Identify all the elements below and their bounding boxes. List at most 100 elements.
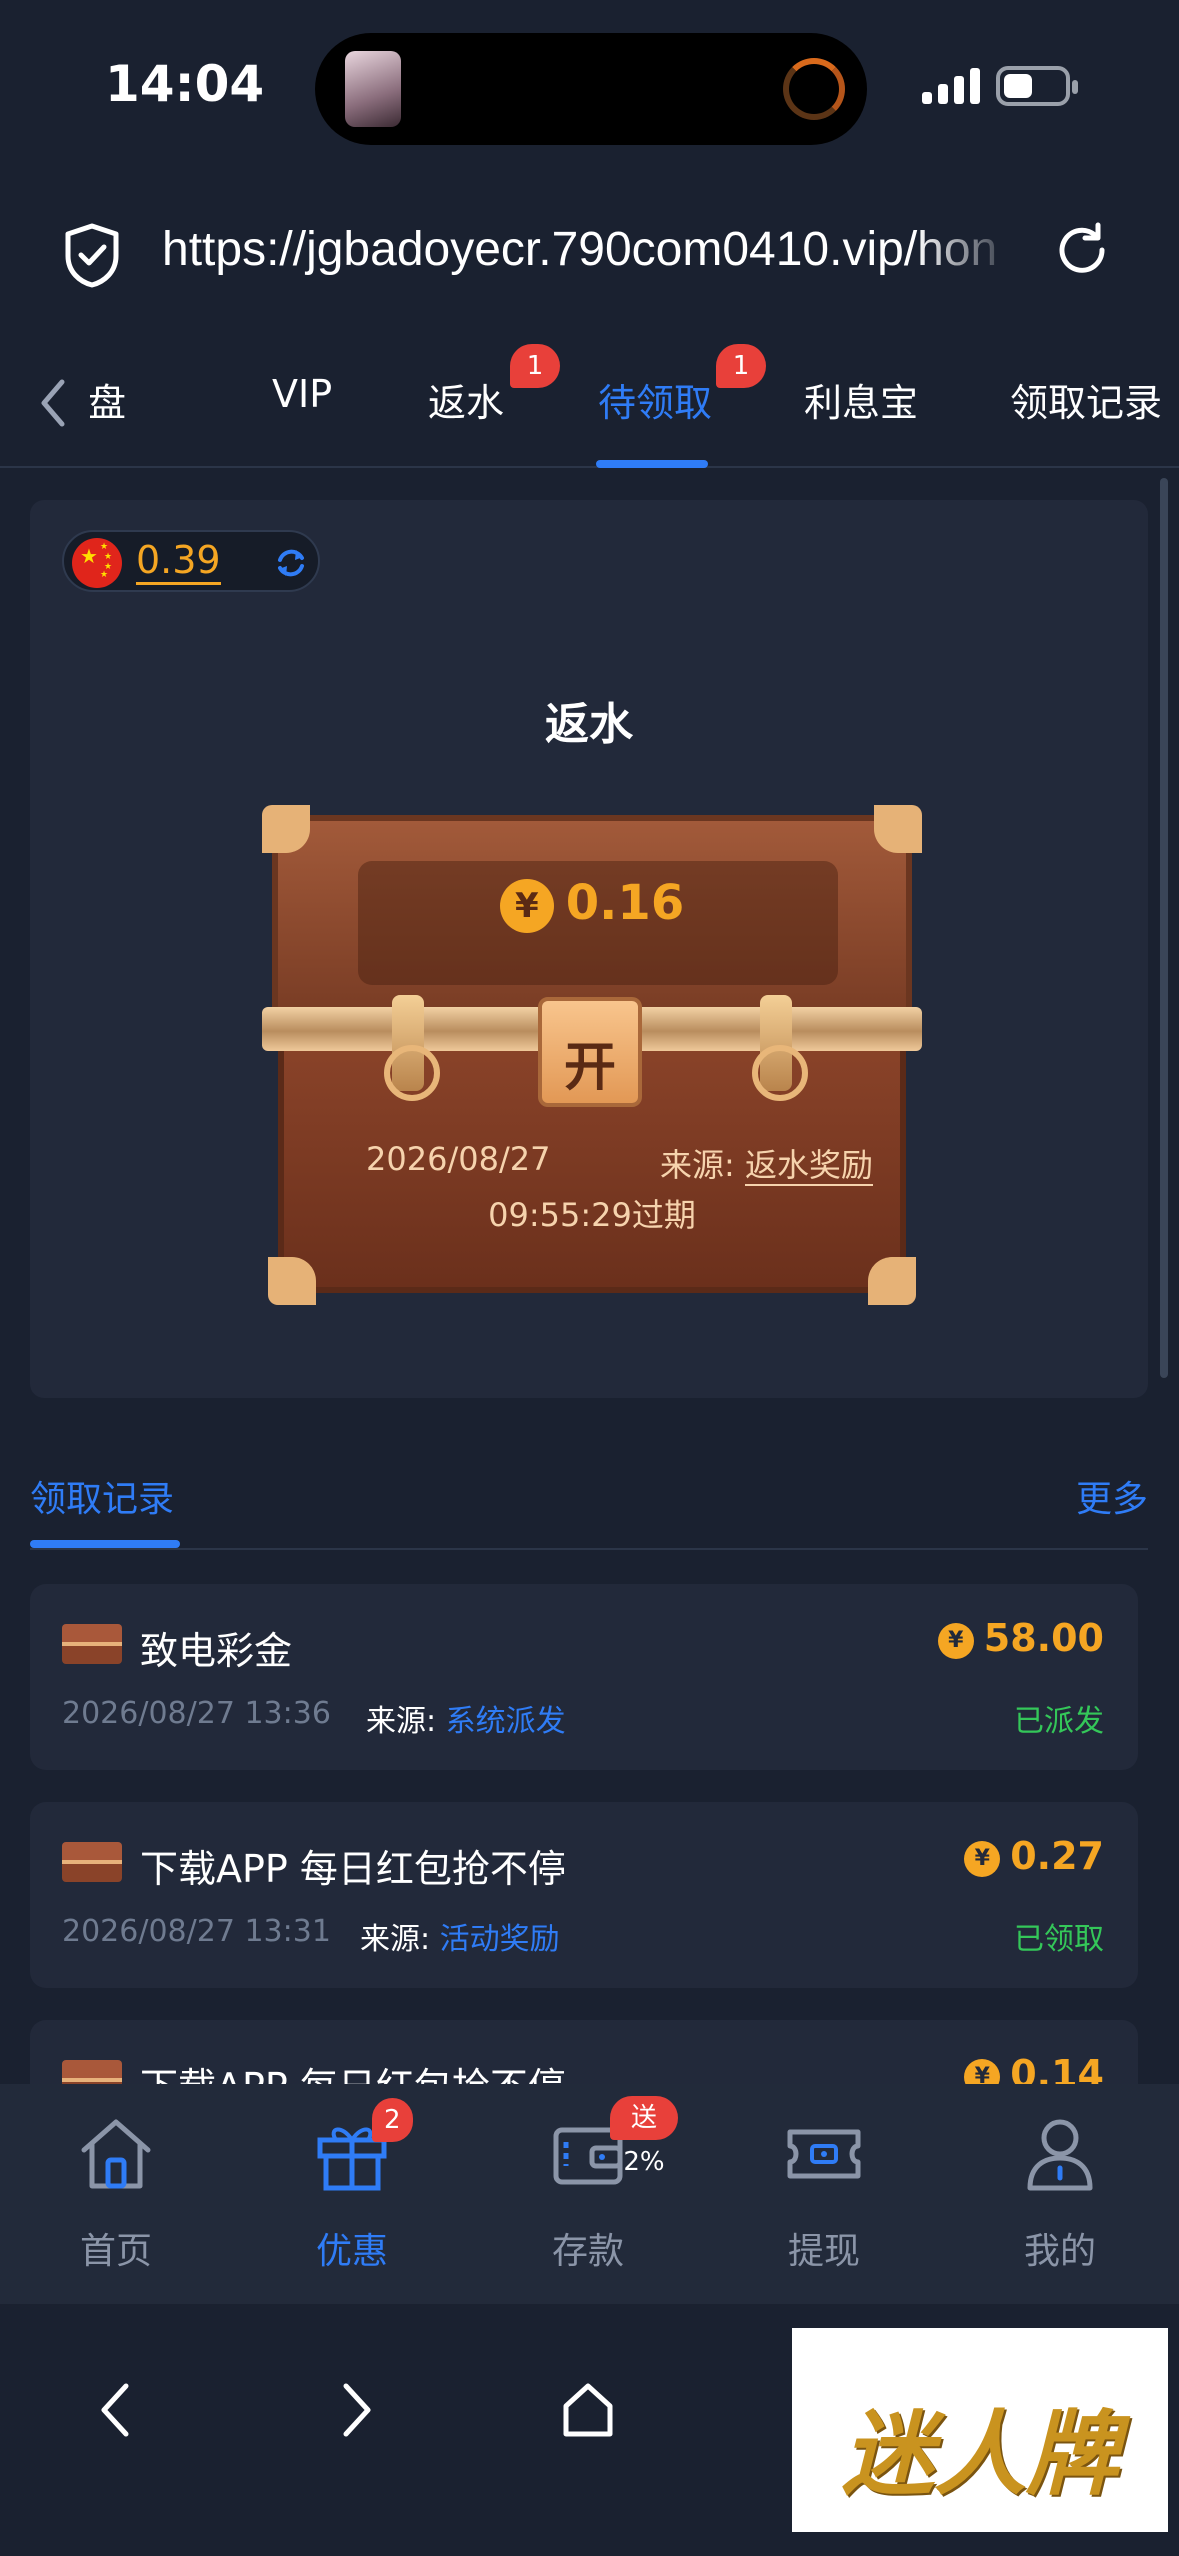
reward-title: 返水 — [545, 699, 633, 750]
nav-deposit-label: 存款 — [551, 2231, 624, 2272]
nav-home[interactable]: 首页 — [26, 2110, 206, 2280]
chest-corner — [868, 1257, 916, 1305]
status-time: 14:04 — [105, 55, 265, 113]
chest-latch — [384, 995, 440, 1101]
status-bar: 14:04 — [0, 0, 1179, 170]
chest-date: 2026/08/27 — [366, 1140, 551, 1178]
nav-promotions[interactable]: 2 优惠 — [262, 2098, 442, 2280]
yen-coin-icon: ¥ — [964, 1840, 1001, 1877]
record-amount: ¥0.14 — [964, 2052, 1104, 2084]
nav-deposit[interactable]: 送2% 存款 — [498, 2096, 678, 2280]
tab-viewport: 转盘 VIP 返水 1 待领取 1 利息宝 领取记录 — [90, 340, 1179, 468]
chest-source: 来源: 返水奖励 — [660, 1140, 873, 1186]
scrollbar[interactable] — [1160, 478, 1168, 1378]
bottom-navigation: 首页 2 优惠 送2% 存款 提现 我的 — [0, 2084, 1179, 2304]
nav-withdraw[interactable]: 提现 — [734, 2110, 914, 2280]
tab-pending[interactable]: 待领取 — [598, 372, 712, 427]
pending-reward-card: ★ ★ ★ ★ ★ 0.39 返水 开 ¥0.16 2026/08/27 来源:… — [30, 500, 1148, 1398]
chevron-left-icon[interactable] — [28, 368, 76, 438]
chest-latch — [752, 995, 808, 1101]
back-icon[interactable] — [86, 2378, 150, 2442]
category-tabs: 转盘 VIP 返水 1 待领取 1 利息宝 领取记录 — [0, 340, 1179, 468]
brand-watermark: 迷人牌 — [792, 2328, 1168, 2532]
battery-icon — [996, 66, 1078, 106]
browser-address-bar[interactable]: https://jgbadoyecr.790com0410.vip/hon — [0, 190, 1179, 320]
cellular-signal-icon — [922, 68, 980, 104]
chest-expiry: 09:55:29过期 — [488, 1196, 696, 1234]
record-item[interactable]: 下载APP 每日红包抢不停 ¥0.14 — [30, 2020, 1138, 2084]
chest-icon — [62, 1842, 122, 1882]
active-tab-indicator — [596, 460, 708, 468]
tab-pending-badge: 1 — [716, 344, 766, 388]
tab-rebate[interactable]: 返水 — [428, 372, 504, 427]
nav-profile-label: 我的 — [1023, 2231, 1096, 2272]
tab-rebate-badge: 1 — [510, 344, 560, 388]
chest-corner — [262, 805, 310, 853]
record-amount-value: 0.14 — [1010, 2052, 1104, 2084]
record-time: 2026/08/27 13:36 — [62, 1696, 331, 1731]
yen-coin-icon: ¥ — [499, 879, 554, 933]
open-chest-button[interactable]: 开 — [538, 997, 642, 1107]
record-item[interactable]: 致电彩金 ¥58.00 2026/08/27 13:36 来源: 系统派发 已派… — [30, 1584, 1138, 1770]
chest-amount: ¥0.16 — [262, 875, 922, 933]
records-title[interactable]: 领取记录 — [30, 1470, 174, 1522]
record-source: 来源: 系统派发 — [366, 1696, 566, 1740]
media-thumbnail — [345, 51, 401, 127]
open-chest-label: 开 — [563, 1038, 616, 1098]
record-source-label: 来源: — [360, 1922, 431, 1957]
progress-ring-icon — [783, 58, 845, 120]
record-status: 已派发 — [1014, 1704, 1104, 1739]
withdraw-icon — [787, 2129, 861, 2179]
tab-vip[interactable]: VIP — [272, 372, 332, 416]
reload-icon[interactable] — [1052, 220, 1112, 280]
forward-icon[interactable] — [322, 2378, 386, 2442]
home-icon — [81, 2119, 151, 2189]
chest-source-value: 返水奖励 — [744, 1146, 873, 1186]
yen-coin-icon: ¥ — [964, 2058, 1001, 2084]
shield-check-icon — [65, 223, 119, 288]
nav-promotions-badge: 2 — [372, 2098, 413, 2142]
record-source-label: 来源: — [366, 1704, 437, 1739]
tab-interest[interactable]: 利息宝 — [804, 372, 918, 427]
treasure-chest[interactable]: 开 ¥0.16 2026/08/27 来源: 返水奖励 09:55:29过期 — [262, 795, 922, 1305]
record-title: 致电彩金 — [140, 1629, 293, 1673]
record-amount: ¥58.00 — [937, 1616, 1104, 1660]
chest-source-label: 来源: — [660, 1146, 735, 1184]
record-source: 来源: 活动奖励 — [360, 1914, 560, 1958]
nav-profile[interactable]: 我的 — [970, 2110, 1150, 2280]
home-screen-icon[interactable] — [556, 2378, 620, 2442]
chest-corner — [874, 805, 922, 853]
watermark-text: 迷人牌 — [841, 2401, 1118, 2508]
nav-withdraw-label: 提现 — [787, 2231, 860, 2272]
record-list: 致电彩金 ¥58.00 2026/08/27 13:36 来源: 系统派发 已派… — [30, 1584, 1148, 2084]
chest-corner — [268, 1257, 316, 1305]
chest-icon — [62, 1624, 122, 1664]
record-item[interactable]: 下载APP 每日红包抢不停 ¥0.27 2026/08/27 13:31 来源:… — [30, 1802, 1138, 1988]
records-more-link[interactable]: 更多 — [1076, 1470, 1148, 1522]
nav-promotions-label: 优惠 — [315, 2231, 388, 2272]
tab-claim-history[interactable]: 领取记录 — [1010, 372, 1162, 427]
yen-coin-icon: ¥ — [937, 1622, 974, 1659]
records-header: 领取记录 更多 — [30, 1440, 1148, 1550]
balance-pill: ★ ★ ★ ★ ★ 0.39 — [62, 530, 320, 592]
balance-amount: 0.39 — [136, 538, 221, 585]
record-title: 下载APP 每日红包抢不停 — [140, 1847, 566, 1891]
chest-amount-value: 0.16 — [565, 875, 685, 931]
record-source-value: 活动奖励 — [439, 1922, 560, 1957]
record-amount-value: 0.27 — [1010, 1834, 1104, 1878]
user-icon — [1027, 2119, 1093, 2191]
record-status: 已领取 — [1014, 1922, 1104, 1957]
refresh-balance-icon[interactable] — [274, 546, 308, 580]
tab-wheel[interactable]: 转盘 — [90, 372, 126, 427]
record-source-value: 系统派发 — [445, 1704, 566, 1739]
record-amount: ¥0.27 — [964, 1834, 1104, 1878]
nav-deposit-badge: 送2% — [610, 2096, 678, 2177]
record-title: 下载APP 每日红包抢不停 — [140, 2056, 566, 2084]
nav-home-label: 首页 — [79, 2231, 152, 2272]
chest-icon — [62, 2060, 122, 2084]
china-flag-icon: ★ ★ ★ ★ ★ — [72, 538, 122, 588]
url-text[interactable]: https://jgbadoyecr.790com0410.vip/hon — [162, 222, 1018, 292]
records-tab-indicator — [30, 1540, 180, 1548]
record-time: 2026/08/27 13:31 — [62, 1914, 331, 1949]
record-amount-value: 58.00 — [983, 1616, 1104, 1660]
